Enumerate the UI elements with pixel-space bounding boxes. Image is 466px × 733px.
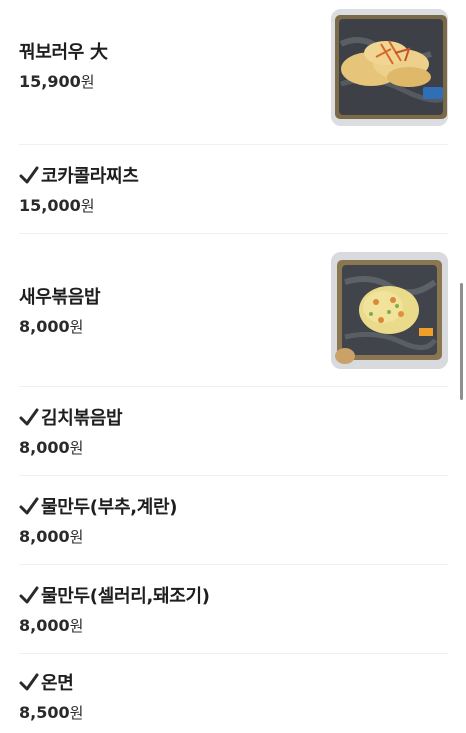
- menu-item-price: 15,000원: [19, 196, 95, 215]
- menu-item-price: 8,000원: [19, 317, 84, 336]
- menu-item-name: 김치볶음밥: [41, 408, 123, 429]
- check-icon: [19, 673, 39, 691]
- menu-item[interactable]: 코카콜라찌츠 15,000원: [19, 145, 448, 234]
- check-icon: [19, 408, 39, 426]
- menu-item-name: 물만두(부추,계란): [41, 497, 178, 518]
- check-icon: [19, 166, 39, 184]
- menu-item-price: 8,500원: [19, 703, 84, 722]
- menu-item[interactable]: 꿔보러우 大 15,900원: [19, 0, 448, 145]
- menu-item-photo[interactable]: [331, 9, 448, 126]
- menu-item-name: 새우볶음밥: [19, 287, 101, 308]
- shrimp-fried-rice-photo: [331, 252, 448, 369]
- menu-item-photo[interactable]: [331, 252, 448, 369]
- menu-item[interactable]: 물만두(부추,계란) 8,000원: [19, 476, 448, 565]
- scrollbar[interactable]: [460, 283, 463, 400]
- menu-item[interactable]: 물만두(셀러리,돼조기) 8,000원: [19, 565, 448, 654]
- menu-item-price: 8,000원: [19, 527, 84, 546]
- menu-item-price: 15,900원: [19, 72, 95, 91]
- menu-item[interactable]: 김치볶음밥 8,000원: [19, 387, 448, 476]
- menu-item-name: 코카콜라찌츠: [41, 166, 139, 187]
- check-icon: [19, 586, 39, 604]
- menu-item-price: 8,000원: [19, 438, 84, 457]
- menu-list: 꿔보러우 大 15,900원 코카콜라찌츠 15,000원 새우볶음밥 8,00…: [0, 0, 466, 733]
- menu-item-name: 꿔보러우 大: [19, 42, 108, 63]
- fried-pork-photo: [331, 9, 448, 126]
- menu-item[interactable]: 온면 8,500원: [19, 654, 448, 733]
- menu-item-name: 온면: [41, 673, 74, 694]
- menu-item-price: 8,000원: [19, 616, 84, 635]
- menu-item[interactable]: 새우볶음밥 8,000원: [19, 234, 448, 387]
- check-icon: [19, 497, 39, 515]
- menu-item-name: 물만두(셀러리,돼조기): [41, 586, 210, 607]
